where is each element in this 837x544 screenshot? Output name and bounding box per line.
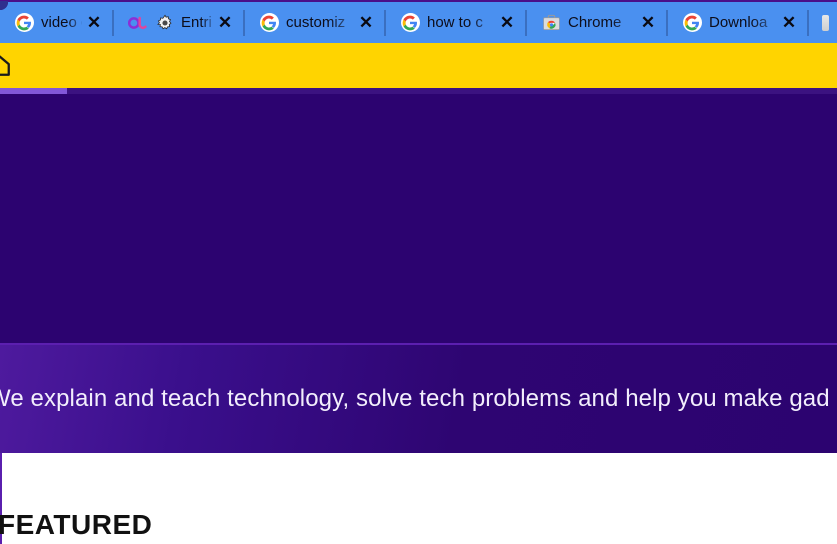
tab-title: Chrome bbox=[568, 14, 622, 31]
featured-heading: FEATURED bbox=[0, 509, 153, 540]
tab-close-icon[interactable]: ✕ bbox=[82, 11, 106, 35]
google-g-icon bbox=[400, 13, 420, 33]
tab-divider bbox=[0, 1, 245, 36]
browser-tab-video-ca[interactable]: video ca ✕ bbox=[0, 2, 110, 43]
tab-strip: video ca ✕ Entri ✕ bbox=[0, 0, 837, 43]
browser-tab-customiz[interactable]: customiz ✕ bbox=[247, 2, 382, 43]
browser-window: video ca ✕ Entri ✕ bbox=[0, 0, 837, 544]
tab-close-icon[interactable]: ✕ bbox=[777, 11, 801, 35]
tab-title: Entri bbox=[181, 14, 212, 31]
hero-region bbox=[0, 94, 837, 343]
chrome-web-store-icon bbox=[541, 13, 561, 33]
tab-divider bbox=[0, 1, 809, 36]
site-tagline: We explain and teach technology, solve t… bbox=[0, 385, 830, 412]
site-tagline-band: We explain and teach technology, solve t… bbox=[0, 345, 837, 453]
google-g-icon bbox=[14, 13, 34, 33]
tab-close-icon[interactable]: ✕ bbox=[213, 11, 237, 35]
tab-title: customiz bbox=[286, 14, 346, 31]
tab-close-icon[interactable]: ✕ bbox=[354, 11, 378, 35]
tab-divider bbox=[0, 1, 527, 36]
tab-divider bbox=[0, 1, 386, 36]
tab-close-icon[interactable]: ✕ bbox=[495, 11, 519, 35]
browser-tab-partial[interactable] bbox=[811, 2, 831, 43]
browser-tab-downloa[interactable]: Downloa ✕ bbox=[670, 2, 805, 43]
page-content: We explain and teach technology, solve t… bbox=[0, 94, 837, 544]
browser-tab-entri[interactable]: Entri ✕ bbox=[116, 2, 241, 43]
partial-tab-icon bbox=[815, 13, 831, 33]
home-icon[interactable] bbox=[0, 52, 12, 78]
tab-title: how to c bbox=[427, 14, 483, 31]
browser-tab-how-to-c[interactable]: how to c ✕ bbox=[388, 2, 523, 43]
ol-logo-icon bbox=[128, 13, 148, 33]
gear-icon bbox=[155, 13, 175, 33]
tab-title: video ca bbox=[41, 14, 82, 31]
google-g-icon bbox=[259, 13, 279, 33]
tab-divider bbox=[0, 1, 668, 36]
browser-toolbar bbox=[0, 43, 837, 123]
featured-section: FEATURED bbox=[0, 453, 837, 544]
tab-close-icon[interactable]: ✕ bbox=[636, 11, 660, 35]
tab-divider bbox=[0, 1, 114, 36]
google-g-icon bbox=[682, 13, 702, 33]
tab-title: Downloa bbox=[709, 14, 768, 31]
browser-tab-chrome[interactable]: Chrome ✕ bbox=[529, 2, 664, 43]
